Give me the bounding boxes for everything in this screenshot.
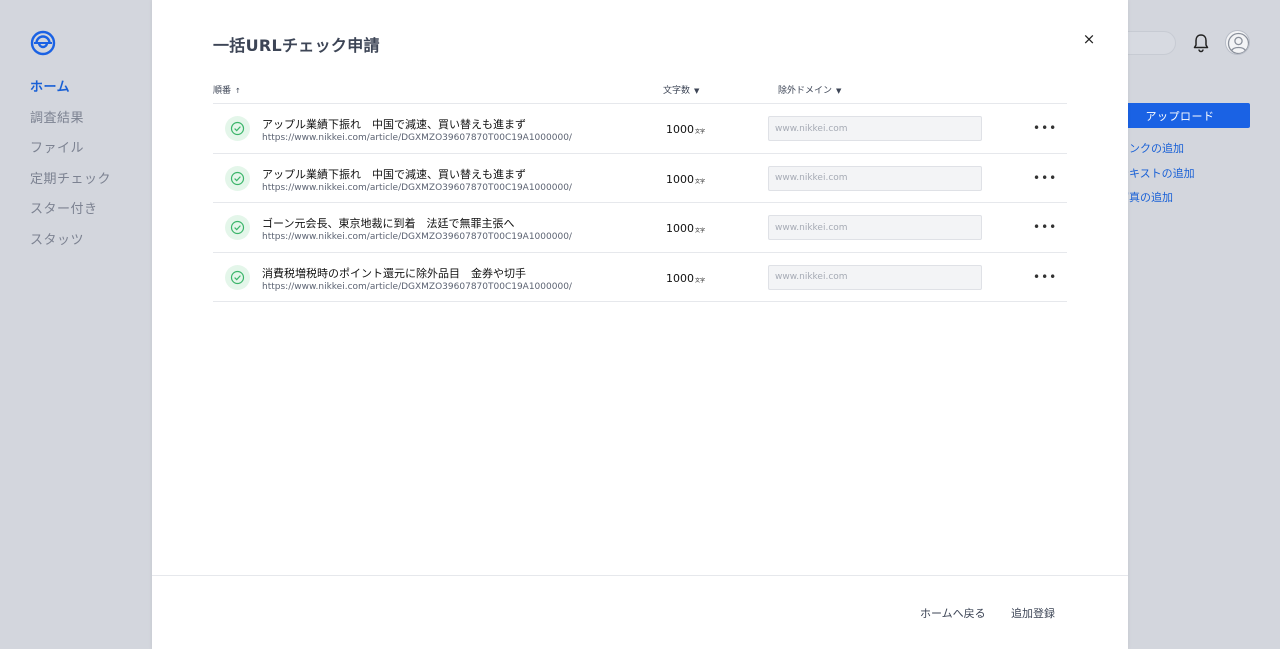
upload-button[interactable]: アップロード [1110,103,1250,128]
logo-icon[interactable] [30,30,56,56]
avatar-icon [1227,32,1249,54]
row-count-value: 1000 [666,222,694,236]
row-char-count: 1000文字 [666,272,705,285]
row-count-value: 1000 [666,123,694,136]
excluded-domain-input[interactable] [768,215,982,241]
bulk-url-check-modal: 一括URLチェック申請 × 順番 ↑ 文字数 ▼ 除外ドメイン ▼ アップル業績下振れ… [152,0,1128,649]
avatar[interactable] [1225,30,1250,55]
row-char-count: 1000文字 [666,123,705,136]
row-title: ゴーン元会長、東京地裁に到着 法廷で無罪主張へ [262,217,515,231]
column-order-label: 順番 [213,86,232,96]
sidebar-item-starred[interactable]: スター付き [30,200,111,231]
check-circle-icon [230,221,245,235]
column-header-domain[interactable]: 除外ドメイン ▼ [778,83,841,96]
row-url[interactable]: https://www.nikkei.com/article/DGXMZO396… [262,183,572,193]
excluded-domain-input[interactable] [768,264,982,290]
row-url[interactable]: https://www.nikkei.com/article/DGXMZO396… [262,282,572,292]
check-circle-icon [230,171,245,185]
status-badge [225,165,250,191]
more-icon[interactable]: ••• [1033,168,1057,188]
sidebar-item-home[interactable]: ホーム [30,78,111,109]
row-char-count: 1000文字 [666,173,705,186]
excluded-domain-input[interactable] [768,165,982,191]
sort-down-icon: ▼ [694,87,700,95]
sidebar-item-stats[interactable]: スタッツ [30,231,111,262]
status-badge [225,116,250,141]
more-icon[interactable]: ••• [1033,217,1057,237]
bell-icon[interactable] [1192,33,1210,53]
row-count-value: 1000 [666,172,694,186]
row-title: アップル業績下振れ 中国で減速、買い替えも進まず [262,118,526,131]
status-badge [225,215,250,241]
more-icon[interactable]: ••• [1033,118,1057,138]
table-header: 順番 ↑ 文字数 ▼ 除外ドメイン ▼ [213,80,1067,104]
back-to-home-button[interactable]: ホームへ戻る [920,605,986,621]
check-circle-icon [230,121,245,136]
close-icon[interactable]: × [1080,30,1098,48]
row-url[interactable]: https://www.nikkei.com/article/DGXMZO396… [262,133,572,143]
sort-down-icon: ▼ [836,87,842,95]
row-title: アップル業績下振れ 中国で減速、買い替えも進まず [262,167,526,181]
sidebar-nav: ホーム 調査結果 ファイル 定期チェック スター付き スタッツ [30,78,111,262]
add-text-link[interactable]: テキストの追加 [1118,165,1195,181]
column-header-order[interactable]: 順番 ↑ [213,83,241,96]
table-row: 消費税増税時のポイント還元に除外品目 金券や切手 https://www.nik… [213,253,1067,303]
sort-up-icon: ↑ [235,87,241,95]
row-url[interactable]: https://www.nikkei.com/article/DGXMZO396… [262,232,572,242]
table-row: アップル業績下振れ 中国で減速、買い替えも進まず https://www.nik… [213,104,1067,154]
row-count-value: 1000 [666,271,694,285]
column-chars-label: 文字数 [663,86,691,96]
row-count-unit: 文字 [695,129,706,135]
row-title: 消費税増税時のポイント還元に除外品目 金券や切手 [262,266,526,280]
column-domain-label: 除外ドメイン [778,86,833,96]
row-count-unit: 文字 [695,277,706,284]
table-row: ゴーン元会長、東京地裁に到着 法廷で無罪主張へ https://www.nikk… [213,203,1067,253]
row-count-unit: 文字 [695,228,706,235]
app-sidebar: ホーム 調査結果 ファイル 定期チェック スター付き スタッツ [0,0,152,649]
row-char-count: 1000文字 [666,222,705,235]
check-circle-icon [230,270,245,284]
modal-footer: ホームへ戻る 追加登録 [152,575,1128,649]
url-table: 順番 ↑ 文字数 ▼ 除外ドメイン ▼ アップル業績下振れ 中国で減速、買い替えも進ま… [213,80,1067,303]
sidebar-item-files[interactable]: ファイル [30,139,111,170]
sidebar-item-scheduled[interactable]: 定期チェック [30,170,111,201]
excluded-domain-input[interactable] [768,116,982,141]
row-count-unit: 文字 [695,178,706,185]
table-row: アップル業績下振れ 中国で減速、買い替えも進まず https://www.nik… [213,154,1067,204]
modal-title: 一括URLチェック申請 [213,36,380,55]
status-badge [225,264,250,290]
column-header-chars[interactable]: 文字数 ▼ [663,83,699,96]
more-icon[interactable]: ••• [1033,267,1057,287]
submit-button[interactable]: 追加登録 [1011,605,1055,621]
sidebar-item-results[interactable]: 調査結果 [30,109,111,140]
